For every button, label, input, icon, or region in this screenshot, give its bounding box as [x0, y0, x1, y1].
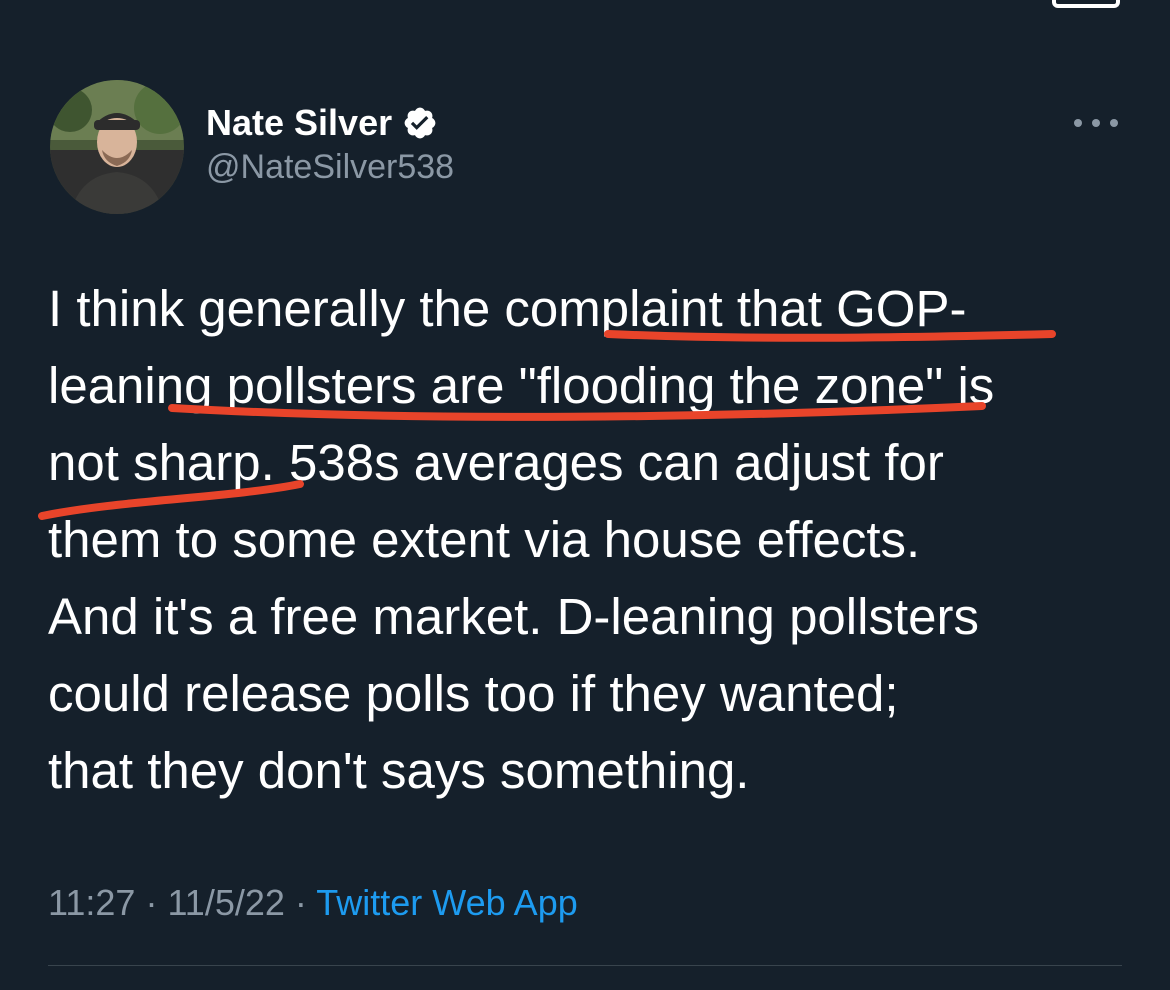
tweet-text-line: could release polls too if they wanted;	[48, 665, 899, 722]
tweet-source-link[interactable]: Twitter Web App	[316, 882, 577, 923]
meta-separator: ·	[294, 882, 307, 923]
meta-separator: ·	[145, 882, 158, 923]
tweet-time[interactable]: 11:27	[48, 882, 135, 923]
tweet-text-line: And it's a free market. D-leaning pollst…	[48, 588, 979, 645]
tweet-meta: 11:27 · 11/5/22 · Twitter Web App	[48, 882, 578, 924]
verified-badge-icon	[402, 105, 438, 141]
tweet-text-line: I think generally the complaint that GOP…	[48, 280, 967, 337]
tweet-text: I think generally the complaint that GOP…	[48, 270, 1148, 809]
ellipsis-icon	[1074, 119, 1118, 127]
more-options-button[interactable]	[1066, 108, 1126, 138]
display-name[interactable]: Nate Silver	[206, 102, 392, 144]
tweet-text-line: not sharp. 538s averages can adjust for	[48, 434, 944, 491]
user-handle[interactable]: @NateSilver538	[206, 148, 454, 187]
top-edge-icon-fragment	[1052, 0, 1120, 8]
avatar[interactable]	[50, 80, 184, 214]
tweet-text-line: leaning pollsters are "flooding the zone…	[48, 357, 995, 414]
tweet-text-line: them to some extent via house effects.	[48, 511, 921, 568]
profile-photo-icon	[50, 80, 184, 214]
tweet-date[interactable]: 11/5/22	[167, 882, 284, 923]
tweet-text-line: that they don't says something.	[48, 742, 750, 799]
tweet-author[interactable]: Nate Silver @NateSilver538	[206, 100, 454, 187]
name-row: Nate Silver	[206, 100, 454, 146]
divider	[48, 965, 1122, 966]
